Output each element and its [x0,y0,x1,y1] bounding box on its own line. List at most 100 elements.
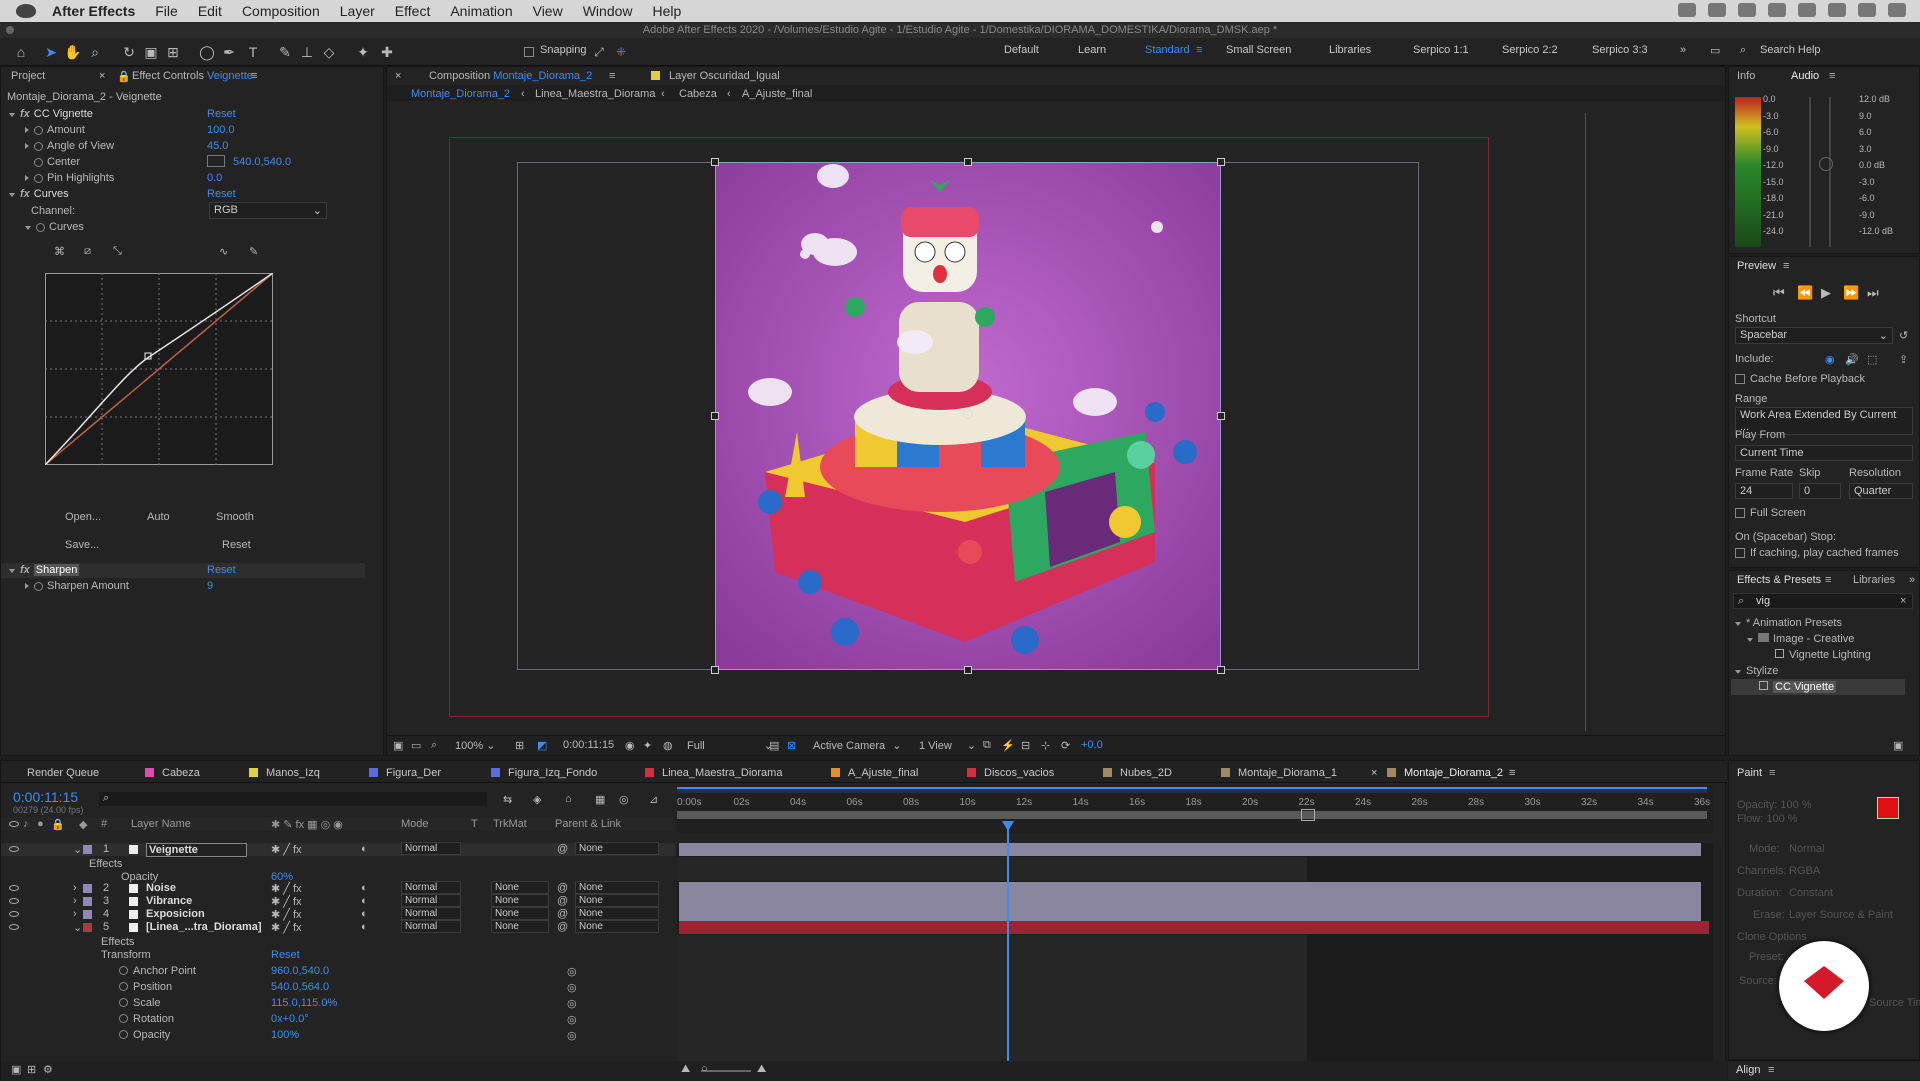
menu-animation[interactable]: Animation [450,3,512,19]
pick-whip-icon[interactable]: @ [557,882,568,894]
eye-icon[interactable] [9,846,19,852]
collapse-arrow-icon[interactable] [9,569,15,573]
tab-libraries[interactable]: Libraries [1853,574,1895,586]
parent-select[interactable]: None [575,907,659,920]
status-icon[interactable] [1678,3,1696,17]
more-tabs-icon[interactable]: » [1909,574,1915,586]
reset-exposure-icon[interactable]: ⟳ [1061,739,1070,752]
tree-stylize[interactable]: Stylize [1735,665,1778,677]
snapshot-icon[interactable]: ◉ [625,739,635,752]
sharpen-amount-value[interactable]: 9 [207,580,213,592]
last-frame-button[interactable]: ⏭ [1867,285,1879,301]
fx-icon[interactable]: fx [20,188,30,200]
transform-handle[interactable] [711,666,719,674]
workspace-serpico-3[interactable]: Serpico 3:3 [1592,44,1648,56]
layer-1-effects-group[interactable]: Effects [89,858,122,870]
stopwatch-icon[interactable] [36,222,45,232]
more-workspaces-icon[interactable]: » [1680,44,1686,56]
workspace-standard[interactable]: Standard [1145,44,1190,56]
layer-name[interactable]: [Linea_...tra_Diorama] [146,921,262,933]
layer-name[interactable]: Noise [146,882,176,894]
skip-select[interactable]: 0 [1799,483,1841,499]
collapse-arrow-icon[interactable] [25,226,31,230]
layer-name[interactable]: Exposicion [146,908,205,920]
timeline-scrollbar[interactable] [1713,843,1723,1063]
tab-figura-der[interactable]: Figura_Der [369,767,441,779]
playhead[interactable] [1007,825,1009,1075]
exposure-value[interactable]: +0.0 [1081,739,1103,751]
layer-row[interactable]: › 4 Exposicion ✱ ╱ fx ◐ Normal None @ None [1,907,675,921]
curves-auto-button[interactable]: Auto [147,511,170,523]
transform-handle[interactable] [964,666,972,674]
cache-before-playback[interactable]: Cache Before Playback [1735,373,1865,385]
menu-composition[interactable]: Composition [242,3,320,19]
frame-rate-select[interactable]: 24 [1735,483,1793,499]
tree-image-creative[interactable]: Image - Creative [1747,633,1854,645]
parent-select[interactable]: None [575,894,659,907]
search-help-input[interactable]: Search Help [1760,44,1821,56]
effect-curves[interactable]: fx Curves [9,188,69,200]
adjustment-layer-icon[interactable]: ◐ [361,882,368,894]
layer-mode-select[interactable]: Normal [401,920,461,933]
curves-reset-button[interactable]: Reset [207,188,236,200]
expand-arrow-icon[interactable] [25,583,29,589]
breadcrumb-item-3[interactable]: A_Ajuste_final [742,88,812,100]
layer-bar-4[interactable] [679,908,1701,921]
collapse-arrow-icon[interactable] [1747,638,1753,642]
status-icon[interactable] [1708,3,1726,17]
expression-icon[interactable]: ◎ [567,997,577,1010]
expand-arrow-icon[interactable]: › [73,882,77,894]
menu-app-name[interactable]: After Effects [52,3,135,19]
trkmat-select[interactable]: None [491,907,549,920]
brush-tool-icon[interactable]: ✎ [276,43,294,61]
layer-switches[interactable]: ✱ ╱ fx [271,843,302,856]
curve-reset-icon[interactable]: ⌘ [54,245,65,258]
transform-prop-value[interactable]: 960.0,540.0 [271,965,329,977]
transform-prop-value[interactable]: 100% [271,1029,299,1041]
angle-of-view-value[interactable]: 45.0 [207,140,228,152]
layer-mode-select[interactable]: Normal [401,881,461,894]
close-window-button[interactable] [6,26,14,34]
layer-switches[interactable]: ✱ ╱ fx [271,921,302,934]
workspace-learn[interactable]: Learn [1078,44,1106,56]
toggle-pixel-aspect-icon[interactable]: ⧉ [983,739,991,752]
if-caching-option[interactable]: If caching, play cached frames [1735,547,1899,559]
amount-value[interactable]: 100.0 [207,124,235,136]
timeline-icon[interactable]: ⊟ [1021,739,1030,752]
render-time-icon[interactable]: ⚙ [43,1063,53,1076]
stopwatch-icon[interactable] [34,173,43,183]
timeline-timecode[interactable]: 0:00:11:15 [13,789,78,805]
panel-menu-icon[interactable]: ≡ [1769,767,1775,779]
adjustment-layer-icon[interactable]: ◐ [361,921,368,933]
workspace-editor-icon[interactable]: ▭ [1710,44,1720,57]
full-screen-checkbox[interactable] [1735,508,1745,519]
zoom-slider-knob[interactable]: ○ [701,1063,708,1075]
expand-arrow-icon[interactable]: ⌄ [73,843,82,856]
layer-name[interactable]: Veignette [146,843,247,857]
layer-search-input[interactable]: ⌕ [99,792,487,806]
zoom-tool-icon[interactable]: ⌕ [86,43,104,61]
always-preview-icon[interactable]: ▭ [411,739,421,752]
shy-layers-icon[interactable]: ⌂ [565,793,572,805]
color-channel-icon[interactable]: ◍ [663,739,673,752]
next-frame-button[interactable]: ⏩ [1843,285,1859,301]
layer-name[interactable]: Vibrance [146,895,192,907]
layer-1-opacity-value[interactable]: 60% [271,871,293,883]
close-tab-icon[interactable]: × [99,70,105,82]
camera-tool-icon[interactable]: ▣ [142,43,160,61]
tab-manos-izq[interactable]: Manos_Izq [249,767,320,779]
sharpen-reset-button[interactable]: Reset [207,564,236,576]
tree-cc-vignette[interactable]: CC Vignette [1759,681,1837,693]
workspace-menu-icon[interactable]: ≡ [1196,44,1202,56]
expand-arrow-icon[interactable]: ⌄ [73,921,82,934]
snapping-checkbox[interactable] [524,47,534,57]
tab-discos-vacios[interactable]: Discos_vacios [967,767,1054,779]
tab-linea-maestra-diorama[interactable]: Linea_Maestra_Diorama [645,767,782,779]
expand-arrow-icon[interactable] [25,127,29,133]
audio-icon[interactable]: ♪ [23,818,29,830]
play-from-select[interactable]: Current Time [1735,445,1913,461]
tab-effects-presets[interactable]: Effects & Presets [1737,574,1821,586]
spotlight-icon[interactable] [1858,3,1876,17]
tab-montaje-diorama-1[interactable]: Montaje_Diorama_1 [1221,767,1337,779]
curves-smooth-button[interactable]: Smooth [216,511,254,523]
